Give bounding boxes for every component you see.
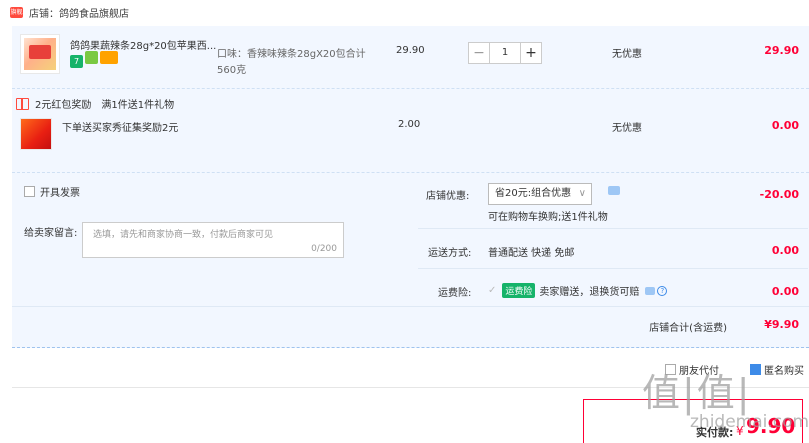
service-badge-icon bbox=[85, 51, 98, 64]
chat-icon[interactable] bbox=[645, 286, 656, 295]
unit-price: 29.90 bbox=[396, 45, 425, 56]
shop-discount-label: 店铺优惠: bbox=[426, 191, 470, 202]
product-sku-line2: 560克 bbox=[217, 65, 247, 76]
gift-thumbnail bbox=[20, 118, 52, 150]
gift-title: 下单送买家秀征集奖励2元 bbox=[62, 123, 179, 134]
section-divider bbox=[12, 306, 809, 307]
message-placeholder: 选填，请先和商家协商一致，付款后商家可见 bbox=[93, 230, 274, 240]
shop-discount-selected: 省20元:组合优惠 bbox=[495, 188, 572, 199]
shipping-label: 运送方式: bbox=[428, 248, 472, 259]
gift-icon bbox=[16, 97, 29, 110]
invoice-checkbox[interactable] bbox=[24, 186, 35, 197]
insurance-text: 卖家赠送，退换货可赔 bbox=[539, 287, 640, 298]
order-panel: 鸽鸽果蔬辣条28g*20包苹果西... 7 口味：香辣味辣条28gX20包合计 … bbox=[12, 26, 809, 348]
section-divider bbox=[12, 172, 809, 173]
gift-unit-price: 2.00 bbox=[398, 119, 421, 130]
anonymous-label: 匿名购买 bbox=[764, 366, 804, 377]
gift-item: 下单送买家秀征集奖励2元 2.00 无优惠 0.00 bbox=[12, 116, 809, 156]
insurance-check-icon: ✓ bbox=[488, 285, 497, 296]
chevron-down-icon: ∨ bbox=[578, 188, 586, 199]
promo-header: 2元红包奖励 满1件送1件礼物 bbox=[16, 96, 174, 111]
quantity-stepper: − 1 + bbox=[468, 42, 542, 64]
message-label: 给卖家留言: bbox=[24, 228, 78, 239]
shop-header: 旗舰 店铺：鸽鸽食品旗舰店 bbox=[0, 0, 809, 24]
invoice-label: 开具发票 bbox=[40, 188, 80, 199]
seven-day-return-icon: 7 bbox=[70, 55, 83, 68]
row-separator bbox=[418, 228, 808, 229]
watermark-logo: 值|值| bbox=[642, 371, 752, 415]
item-subtotal: 29.90 bbox=[764, 44, 799, 57]
invoice-option[interactable]: 开具发票 bbox=[24, 184, 80, 199]
promo-rule: 满1件送1件礼物 bbox=[101, 100, 175, 111]
increase-button[interactable]: + bbox=[520, 42, 542, 64]
shop-discount-note: 可在购物车换购;送1件礼物 bbox=[488, 212, 608, 223]
insurance-option: ✓ 运费险 卖家赠送，退换货可赔 ? bbox=[488, 283, 668, 298]
message-counter: 0/200 bbox=[311, 244, 337, 254]
row-separator bbox=[418, 268, 808, 269]
product-title-link[interactable]: 鸽鸽果蔬辣条28g*20包苹果西... bbox=[70, 37, 216, 52]
store-total-amount: ¥9.90 bbox=[764, 318, 799, 331]
shop-name-link[interactable]: 店铺：鸽鸽食品旗舰店 bbox=[29, 5, 129, 20]
store-total-label: 店铺合计(含运费) bbox=[649, 323, 727, 334]
item-discount: 无优惠 bbox=[612, 49, 642, 60]
decrease-button[interactable]: − bbox=[468, 42, 490, 64]
shop-discount-select[interactable]: 省20元:组合优惠 ∨ bbox=[488, 183, 592, 205]
shipping-value: 普通配送 快递 免邮 bbox=[488, 248, 575, 259]
insurance-label: 运费险: bbox=[438, 288, 472, 299]
insurance-amount: 0.00 bbox=[771, 285, 799, 298]
message-textarea[interactable]: 选填，请先和商家协商一致，付款后商家可见 0/200 bbox=[82, 222, 344, 258]
gift-subtotal: 0.00 bbox=[771, 119, 799, 132]
item-divider bbox=[12, 88, 809, 89]
gift-discount: 无优惠 bbox=[612, 123, 642, 134]
shop-logo-icon: 旗舰 bbox=[10, 6, 23, 18]
quantity-input[interactable]: 1 bbox=[490, 42, 520, 64]
anonymous-option[interactable]: 匿名购买 bbox=[750, 362, 804, 377]
product-sku-line1: 口味：香辣味辣条28gX20包合计 bbox=[217, 49, 366, 60]
chat-icon[interactable] bbox=[608, 186, 620, 195]
product-thumbnail[interactable] bbox=[20, 34, 60, 74]
shipping-amount: 0.00 bbox=[771, 244, 799, 257]
cart-item: 鸽鸽果蔬辣条28g*20包苹果西... 7 口味：香辣味辣条28gX20包合计 … bbox=[12, 34, 809, 86]
promo-label: 2元红包奖励 bbox=[35, 100, 92, 111]
insurance-badge: 运费险 bbox=[502, 283, 536, 298]
shop-discount-amount: -20.00 bbox=[759, 188, 799, 201]
product-tags: 7 bbox=[70, 51, 120, 68]
help-icon[interactable]: ? bbox=[657, 285, 668, 296]
credit-card-icon bbox=[100, 51, 118, 64]
watermark-site: zhidemai.com bbox=[690, 412, 809, 432]
